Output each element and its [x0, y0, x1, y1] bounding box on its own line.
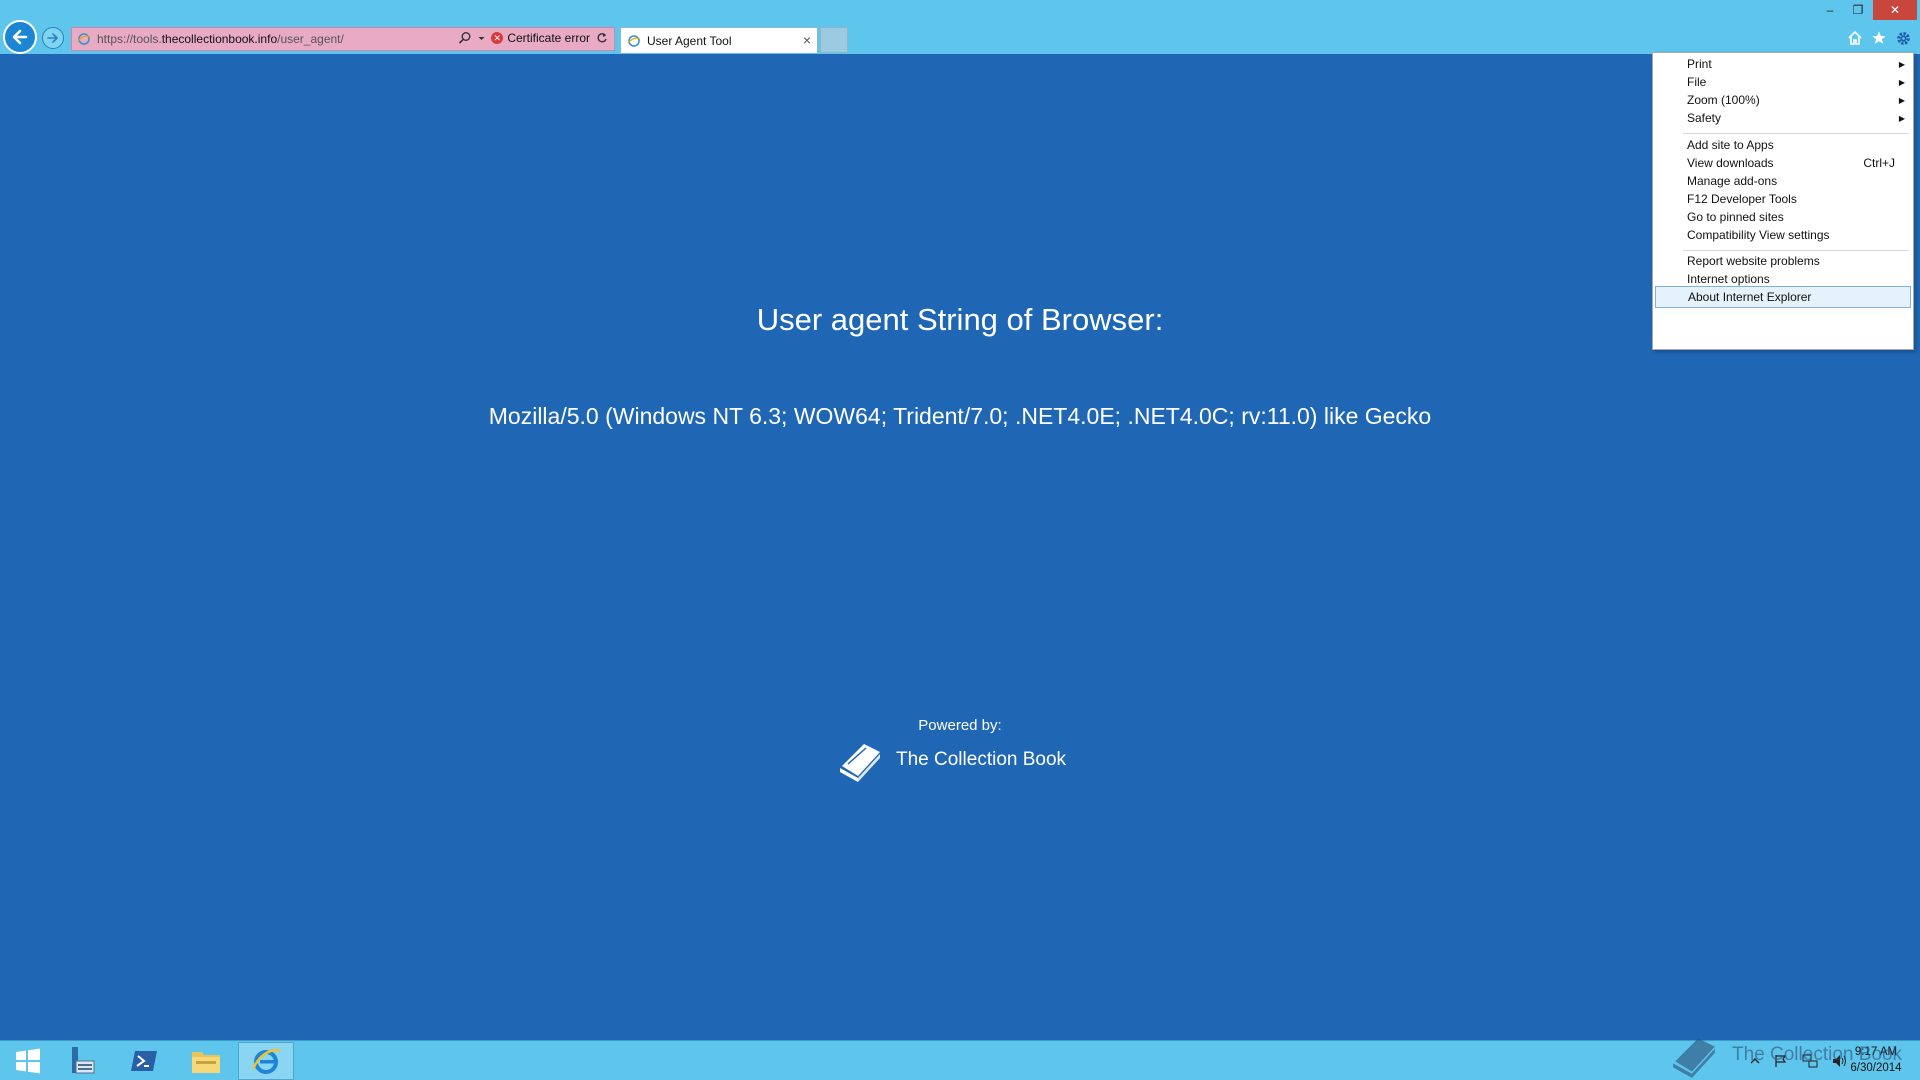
- powershell-icon: [131, 1051, 157, 1071]
- tab-close-button[interactable]: ×: [803, 33, 811, 47]
- watermark-text: The Collection Book: [1732, 1044, 1903, 1065]
- certificate-error-indicator[interactable]: ✕ Certificate error: [491, 31, 590, 45]
- url-path: /user_agent/: [277, 32, 344, 46]
- book-logo-icon: [840, 744, 880, 782]
- ie-tab-icon: [627, 34, 641, 47]
- address-bar[interactable]: https://tools.thecollectionbook.info/use…: [71, 27, 615, 51]
- favorites-button[interactable]: [1870, 29, 1888, 47]
- submenu-arrow-icon: ▶: [1898, 95, 1905, 105]
- gear-icon: [1896, 31, 1910, 45]
- menu-item-label: View downloads: [1687, 156, 1774, 170]
- minimize-button[interactable]: –: [1817, 0, 1843, 20]
- taskbar-server-manager[interactable]: [54, 1042, 110, 1080]
- submenu-arrow-icon: ▶: [1898, 113, 1905, 123]
- user-agent-string: Mozilla/5.0 (Windows NT 6.3; WOW64; Trid…: [488, 403, 1432, 429]
- menu-item-label: File: [1687, 75, 1707, 89]
- server-manager-icon: [72, 1047, 95, 1074]
- back-arrow-icon: [12, 29, 28, 45]
- watermark: The Collection Book: [1666, 1030, 1902, 1080]
- menu-item-label: Print: [1687, 57, 1712, 71]
- taskbar: 9:17 AM 6/30/2014: [0, 1040, 1920, 1080]
- taskbar-internet-explorer[interactable]: [238, 1042, 294, 1080]
- submenu-arrow-icon: ▶: [1898, 59, 1905, 69]
- address-url[interactable]: https://tools.thecollectionbook.info/use…: [97, 32, 344, 46]
- menu-item-label: Safety: [1687, 111, 1722, 125]
- tab-title: User Agent Tool: [647, 33, 732, 48]
- search-icon[interactable]: [458, 31, 472, 45]
- taskbar-powershell[interactable]: [116, 1042, 172, 1080]
- home-icon: [1848, 30, 1862, 45]
- menu-item-label: Go to pinned sites: [1687, 210, 1784, 224]
- back-button[interactable]: [3, 20, 37, 54]
- address-tools: ✕ Certificate error: [458, 31, 608, 45]
- book-watermark-icon: [1673, 1038, 1715, 1078]
- menu-item-compatibility-view-settings[interactable]: Compatibility View settings: [1653, 224, 1913, 246]
- menu-item-label: Internet options: [1687, 272, 1770, 286]
- certificate-error-label: Certificate error: [507, 31, 590, 45]
- refresh-icon[interactable]: [596, 32, 608, 44]
- menu-item-label: F12 Developer Tools: [1687, 192, 1797, 206]
- browser-chrome: https://tools.thecollectionbook.info/use…: [0, 0, 1920, 54]
- home-button[interactable]: [1846, 29, 1864, 47]
- menu-item-label: Zoom (100%): [1687, 93, 1760, 107]
- page-heading: User agent String of Browser:: [756, 302, 1164, 337]
- menu-item-safety[interactable]: Safety ▶: [1653, 107, 1913, 129]
- powered-by-label: Powered by:: [918, 717, 1002, 734]
- brand-name: The Collection Book: [896, 749, 1067, 770]
- ie-page-icon: [77, 33, 91, 45]
- url-prefix: https://tools.: [97, 32, 162, 46]
- taskbar-file-explorer[interactable]: [178, 1042, 234, 1080]
- url-domain: thecollectionbook.info: [161, 32, 278, 46]
- tools-menu: Print ▶ File ▶ Zoom (100%) ▶ Safety ▶ Ad…: [1652, 52, 1914, 350]
- menu-item-label: Manage add-ons: [1687, 174, 1778, 188]
- internet-explorer-icon: [251, 1048, 281, 1074]
- forward-arrow-icon: [47, 33, 58, 43]
- menu-item-about-internet-explorer[interactable]: About Internet Explorer: [1655, 286, 1911, 308]
- dropdown-arrow-icon[interactable]: [478, 31, 485, 45]
- close-window-button[interactable]: ✕: [1873, 0, 1917, 20]
- brand-link[interactable]: The Collection Book: [834, 736, 1066, 784]
- tools-button[interactable]: [1894, 29, 1912, 47]
- menu-item-label: Add site to Apps: [1687, 138, 1774, 152]
- start-button[interactable]: [0, 1042, 56, 1080]
- star-icon: [1872, 31, 1886, 44]
- tab-user-agent-tool[interactable]: User Agent Tool ×: [620, 27, 818, 53]
- forward-button[interactable]: [42, 27, 64, 49]
- windows-logo-icon: [16, 1048, 40, 1074]
- error-icon: ✕: [491, 32, 504, 44]
- new-tab-button[interactable]: [820, 27, 848, 53]
- menu-item-label: Report website problems: [1687, 254, 1820, 268]
- submenu-arrow-icon: ▶: [1898, 77, 1905, 87]
- menu-shortcut: Ctrl+J: [1863, 156, 1895, 170]
- menu-item-label: Compatibility View settings: [1687, 228, 1830, 242]
- menu-item-label: About Internet Explorer: [1688, 290, 1812, 304]
- restore-button[interactable]: ❐: [1845, 0, 1871, 20]
- folder-icon: [192, 1052, 220, 1073]
